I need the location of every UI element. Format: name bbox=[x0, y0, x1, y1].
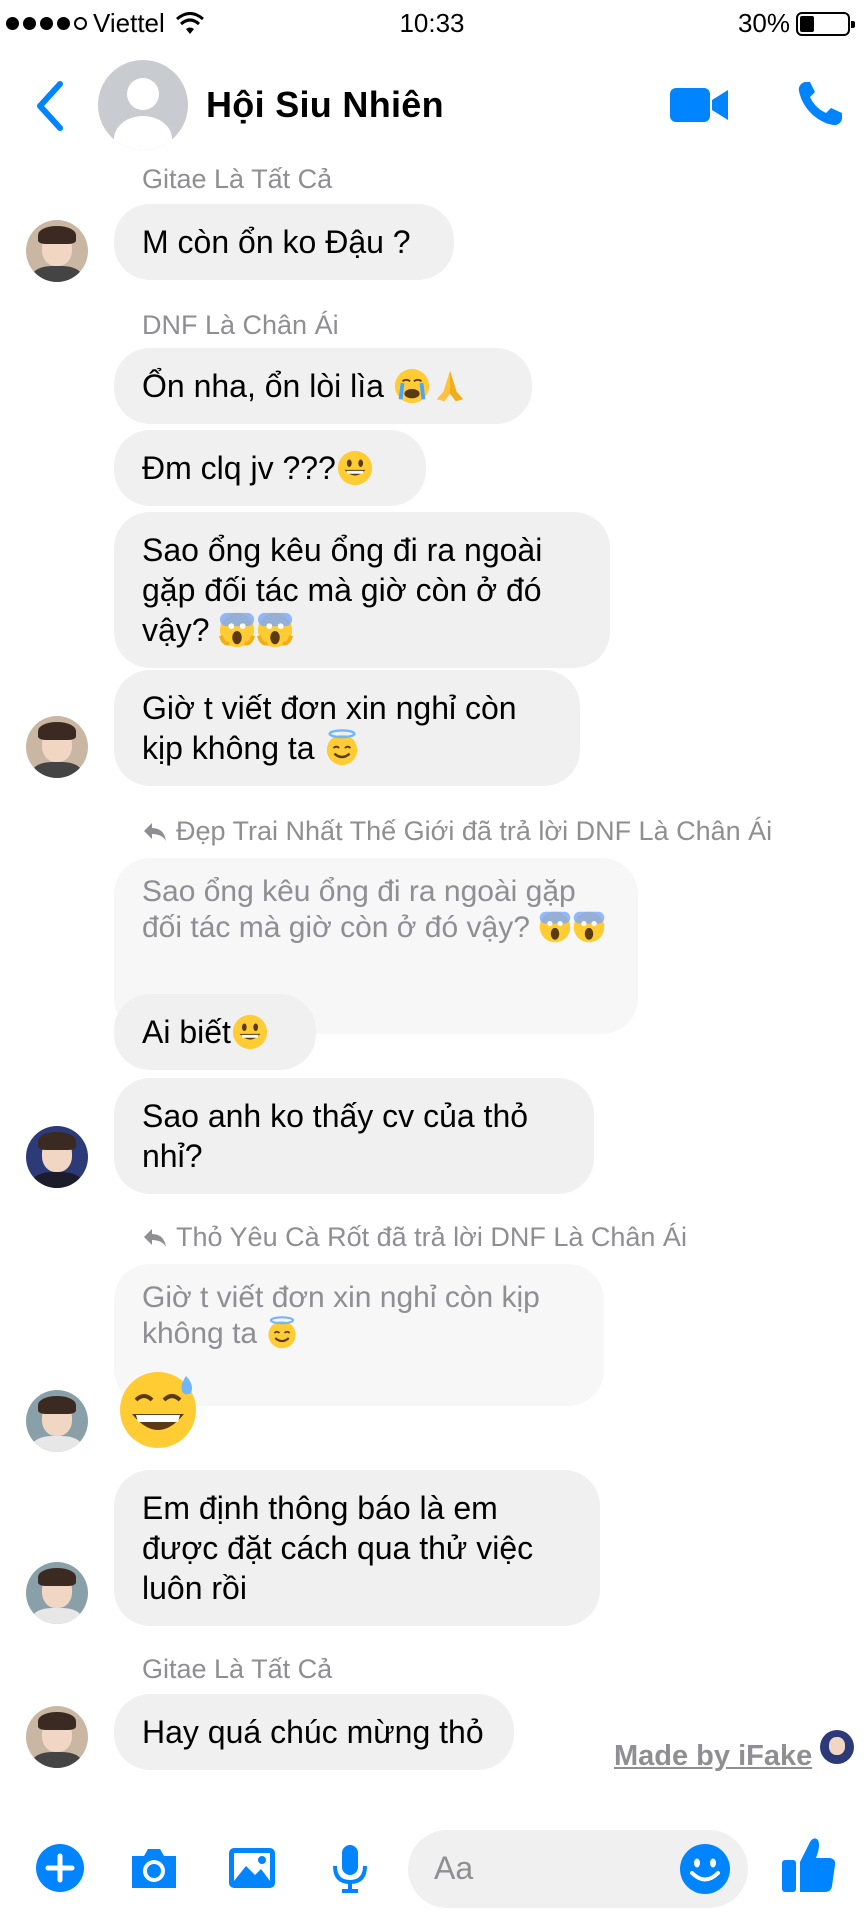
message-text: Ai biết bbox=[142, 1014, 231, 1050]
avatar[interactable] bbox=[26, 1706, 88, 1768]
phone-icon[interactable] bbox=[796, 80, 844, 128]
thumbs-up-icon[interactable] bbox=[780, 1834, 838, 1896]
avatar[interactable] bbox=[26, 1390, 88, 1452]
message-bubble[interactable]: M còn ổn ko Đậu ? bbox=[114, 204, 454, 280]
message-input[interactable]: Aa bbox=[408, 1830, 748, 1908]
avatar[interactable] bbox=[26, 716, 88, 778]
chevron-left-icon[interactable] bbox=[30, 78, 70, 134]
message-text: Sao anh ko thấy cv của thỏ nhỉ? bbox=[142, 1098, 529, 1174]
image-icon[interactable] bbox=[226, 1842, 278, 1894]
screaming-face-icon bbox=[573, 911, 605, 943]
screaming-face-icon bbox=[539, 911, 571, 943]
sweat-smile-icon[interactable] bbox=[116, 1366, 202, 1452]
quoted-text: Giờ t viết đơn xin nghỉ còn kịp không ta bbox=[142, 1281, 540, 1350]
message-text: Em định thông báo là em được đặt cách qu… bbox=[142, 1490, 534, 1606]
message-bubble[interactable]: Em định thông báo là em được đặt cách qu… bbox=[114, 1470, 600, 1626]
crying-face-icon bbox=[394, 368, 429, 404]
grinning-face-icon bbox=[232, 1014, 268, 1050]
battery-icon bbox=[796, 11, 855, 36]
reply-label-text: Thỏ Yêu Cà Rốt đã trả lời DNF Là Chân Ái bbox=[176, 1222, 687, 1252]
reply-arrow-icon bbox=[144, 1228, 166, 1247]
battery-percent: 30% bbox=[737, 8, 790, 38]
message-bubble[interactable]: Hay quá chúc mừng thỏ bbox=[114, 1694, 514, 1770]
microphone-icon[interactable] bbox=[324, 1842, 376, 1894]
message-text: M còn ổn ko Đậu ? bbox=[142, 224, 411, 260]
message-text: Sao ổng kêu ổng đi ra ngoài gặp đối tác … bbox=[142, 532, 543, 648]
watermark-avatar bbox=[820, 1730, 854, 1764]
smile-icon[interactable] bbox=[678, 1842, 732, 1896]
watermark-text: Made by iFake bbox=[614, 1740, 813, 1772]
message-input-placeholder: Aa bbox=[434, 1850, 474, 1886]
reply-label: Đẹp Trai Nhất Thế Giới đã trả lời DNF Là… bbox=[142, 816, 772, 847]
message-bubble[interactable]: Sao ổng kêu ổng đi ra ngoài gặp đối tác … bbox=[114, 512, 610, 668]
screaming-face-icon bbox=[219, 612, 256, 648]
group-avatar[interactable] bbox=[98, 60, 188, 150]
reply-label-text: Đẹp Trai Nhất Thế Giới đã trả lời DNF Là… bbox=[176, 816, 773, 846]
sender-name: Gitae Là Tất Cả bbox=[142, 164, 333, 194]
message-text: Hay quá chúc mừng thỏ bbox=[142, 1714, 484, 1750]
sender-name: DNF Là Chân Ái bbox=[142, 310, 339, 340]
screaming-face-icon bbox=[257, 612, 294, 648]
avatar[interactable] bbox=[26, 220, 88, 282]
folded-hands-icon bbox=[436, 370, 464, 402]
reply-label: Thỏ Yêu Cà Rốt đã trả lời DNF Là Chân Ái bbox=[142, 1222, 687, 1253]
sender-name: Gitae Là Tất Cả bbox=[142, 1654, 333, 1684]
message-bubble[interactable]: Ổn nha, ổn lòi lìa bbox=[114, 348, 532, 424]
message-bubble[interactable]: Sao anh ko thấy cv của thỏ nhỉ? bbox=[114, 1078, 594, 1194]
status-bar: Viettel 10:33 30% bbox=[0, 0, 864, 46]
halo-smile-icon bbox=[327, 729, 358, 766]
video-camera-icon[interactable] bbox=[670, 84, 730, 126]
avatar[interactable] bbox=[26, 1126, 88, 1188]
grinning-face-icon bbox=[337, 450, 372, 486]
status-right: 30% bbox=[737, 8, 855, 39]
message-text: Đm clq jv ??? bbox=[142, 450, 336, 486]
status-time: 10:33 bbox=[399, 8, 465, 38]
message-bubble[interactable]: Giờ t viết đơn xin nghỉ còn kịp không ta bbox=[114, 670, 580, 786]
plus-icon[interactable] bbox=[34, 1842, 86, 1894]
message-text: Ổn nha, ổn lòi lìa bbox=[142, 368, 384, 404]
message-bubble[interactable]: Ai biết bbox=[114, 994, 316, 1070]
avatar[interactable] bbox=[26, 1562, 88, 1624]
message-composer: Aa bbox=[0, 1816, 864, 1920]
message-bubble[interactable]: Đm clq jv ??? bbox=[114, 430, 426, 506]
halo-smile-icon bbox=[268, 1316, 297, 1349]
conversation-title[interactable]: Hội Siu Nhiên bbox=[206, 84, 444, 126]
reply-arrow-icon bbox=[144, 822, 166, 841]
quoted-text: Sao ổng kêu ổng đi ra ngoài gặp đối tác … bbox=[142, 875, 576, 944]
conversation-header: Hội Siu Nhiên bbox=[0, 52, 864, 162]
camera-icon[interactable] bbox=[128, 1842, 180, 1894]
